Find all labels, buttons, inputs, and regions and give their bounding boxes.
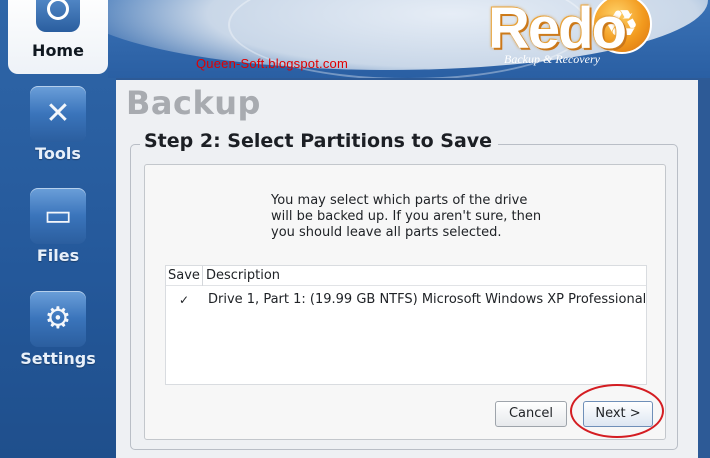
watermark-text: Queen-Soft.blogspot.com [196,56,349,71]
step-title: Step 2: Select Partitions to Save [140,130,499,152]
logo-tagline: Backup & Recovery [504,52,600,66]
sidebar-item-label: Settings [20,349,96,368]
gears-icon: ⚙ [30,291,86,347]
partition-description: Drive 1, Part 1: (19.99 GB NTFS) Microso… [208,292,647,307]
next-button-highlight-ring [570,384,664,438]
sidebar-item-label: Files [36,246,80,265]
folder-icon: ▭ [30,188,86,244]
sidebar-item-settings[interactable]: ⚙ Settings [10,291,106,368]
column-header-save[interactable]: Save [167,266,203,286]
table-row[interactable]: ✓ Drive 1, Part 1: (19.99 GB NTFS) Micro… [166,290,646,310]
wrench-screwdriver-icon: ✕ [30,86,86,142]
logo-wordmark: Redo [488,0,627,61]
list-header: Save Description [166,266,646,286]
sidebar-item-tools[interactable]: ✕ Tools [10,86,106,163]
redo-logo: ♻ Redo Backup & Recovery [488,0,668,70]
save-checkbox[interactable]: ✓ [178,294,190,306]
sidebar-item-home[interactable]: Home [8,0,108,74]
sidebar-item-label: Home [32,41,84,60]
sidebar-item-label: Tools [35,144,81,163]
sidebar-item-files[interactable]: ▭ Files [10,188,106,265]
page-title: Backup [126,84,261,122]
column-header-description[interactable]: Description [206,266,280,285]
home-icon [36,0,80,32]
cancel-button[interactable]: Cancel [495,401,567,427]
intro-text: You may select which parts of the drive … [271,193,542,240]
partition-list[interactable]: Save Description ✓ Drive 1, Part 1: (19.… [165,265,647,385]
